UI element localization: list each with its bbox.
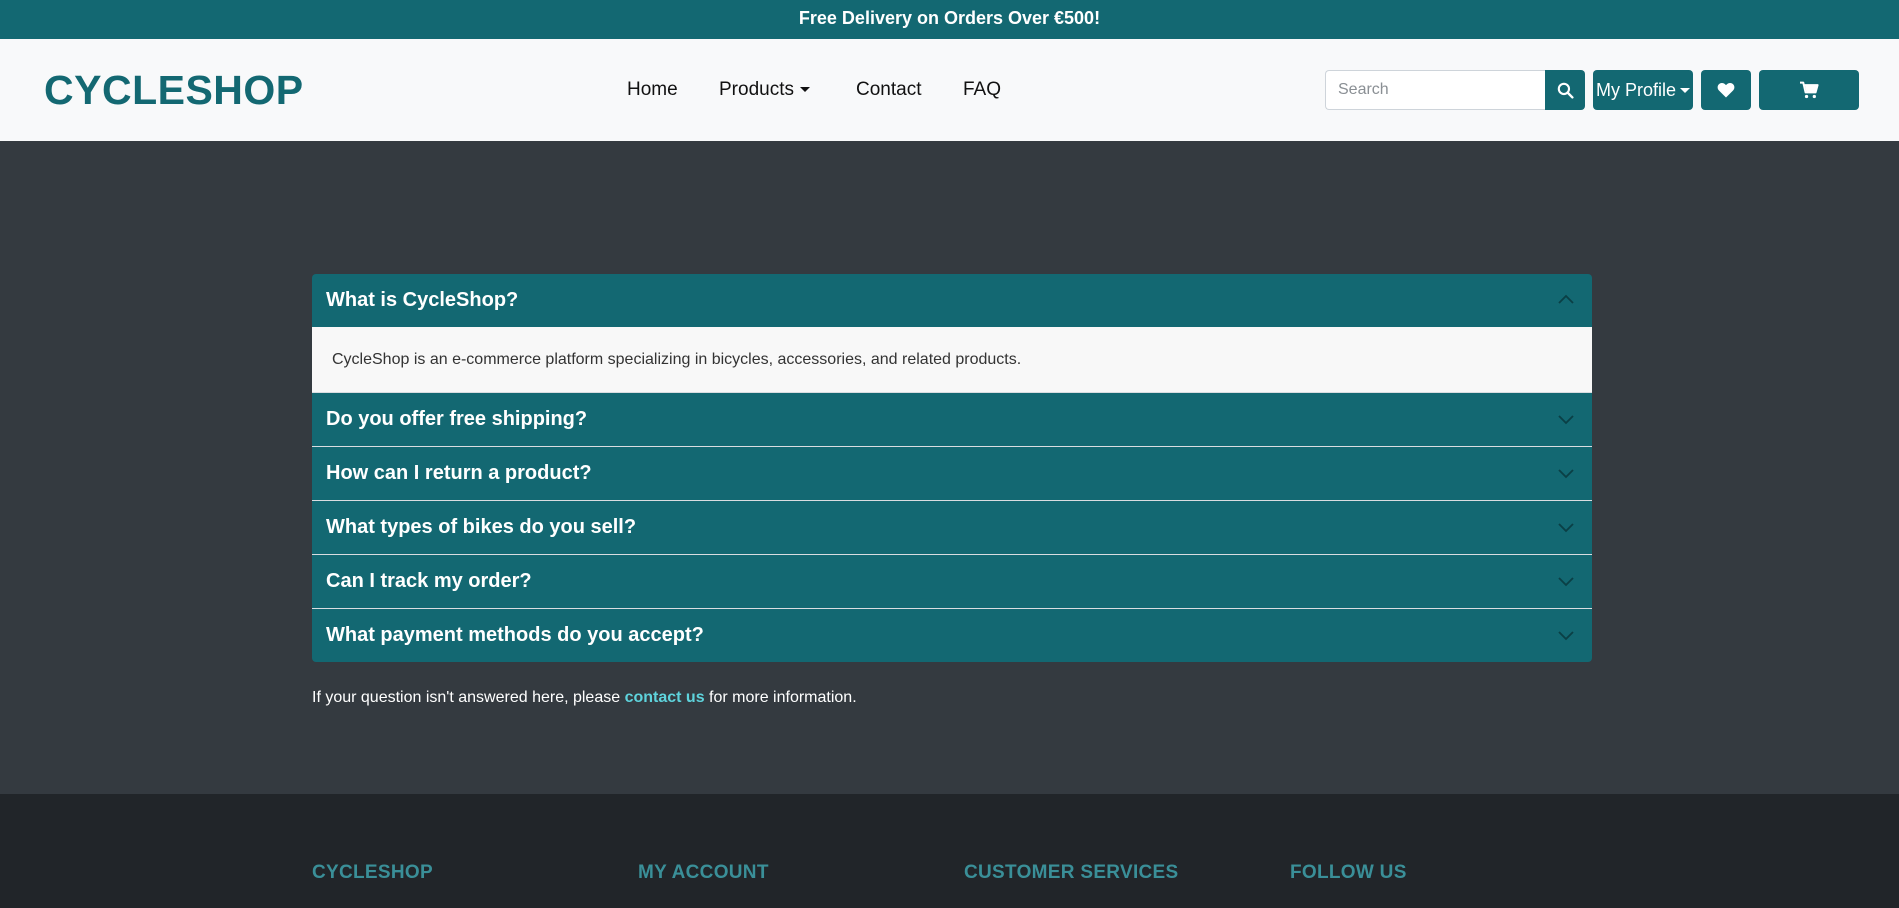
- footer-heading-my-account: MY ACCOUNT: [638, 862, 769, 883]
- faq-item: Do you offer free shipping?: [312, 393, 1592, 447]
- search-input[interactable]: [1325, 70, 1545, 110]
- faq-question: What types of bikes do you sell?: [326, 516, 637, 538]
- faq-question-button[interactable]: Can I track my order?: [312, 555, 1592, 608]
- faq-accordion: What is CycleShop? CycleShop is an e-com…: [312, 274, 1592, 662]
- faq-question-button[interactable]: What types of bikes do you sell?: [312, 501, 1592, 554]
- chevron-down-icon: [1558, 523, 1574, 533]
- cart-button[interactable]: [1759, 70, 1859, 110]
- chevron-up-icon: [1558, 294, 1574, 304]
- faq-question: Do you offer free shipping?: [326, 408, 588, 430]
- chevron-down-icon: [1558, 577, 1574, 587]
- promo-banner: Free Delivery on Orders Over €500!: [0, 0, 1899, 39]
- cart-icon: [1800, 81, 1819, 99]
- faq-question-button[interactable]: What payment methods do you accept?: [312, 609, 1592, 662]
- footer-heading-follow-us: FOLLOW US: [1290, 862, 1407, 883]
- faq-question-button[interactable]: How can I return a product?: [312, 447, 1592, 500]
- caret-down-icon: [1680, 87, 1690, 93]
- faq-item: How can I return a product?: [312, 447, 1592, 501]
- chevron-down-icon: [1558, 469, 1574, 479]
- footer-heading-cycleshop: CYCLESHOP: [312, 862, 433, 883]
- search-icon: [1557, 82, 1574, 99]
- my-profile-label: My Profile: [1595, 79, 1676, 100]
- chevron-down-icon: [1558, 415, 1574, 425]
- search-button[interactable]: [1545, 70, 1585, 110]
- wishlist-button[interactable]: [1701, 70, 1751, 110]
- nav-contact[interactable]: Contact: [856, 79, 921, 101]
- faq-question: What payment methods do you accept?: [326, 624, 704, 646]
- faq-help-note: If your question isn't answered here, pl…: [312, 688, 857, 708]
- faq-question: How can I return a product?: [326, 462, 592, 484]
- faq-question-button[interactable]: Do you offer free shipping?: [312, 393, 1592, 446]
- contact-us-link[interactable]: contact us: [625, 689, 705, 706]
- nav-products-label: Products: [719, 79, 794, 100]
- faq-answer: CycleShop is an e-commerce platform spec…: [312, 327, 1592, 392]
- faq-item: What is CycleShop? CycleShop is an e-com…: [312, 274, 1592, 393]
- navbar: CYCLESHOP Home Products Contact FAQ My P…: [0, 39, 1899, 141]
- brand-logo[interactable]: CYCLESHOP: [44, 67, 304, 113]
- nav-products[interactable]: Products: [719, 79, 810, 101]
- my-profile-button[interactable]: My Profile: [1593, 70, 1693, 110]
- faq-question: What is CycleShop?: [326, 289, 519, 311]
- faq-item: What types of bikes do you sell?: [312, 501, 1592, 555]
- faq-question: Can I track my order?: [326, 570, 532, 592]
- faq-item: Can I track my order?: [312, 555, 1592, 609]
- nav-home[interactable]: Home: [627, 79, 678, 101]
- note-prefix: If your question isn't answered here, pl…: [312, 689, 625, 706]
- heart-icon: [1717, 82, 1735, 98]
- footer-heading-customer-services: CUSTOMER SERVICES: [964, 862, 1179, 883]
- nav-faq[interactable]: FAQ: [963, 79, 1001, 101]
- promo-text: Free Delivery on Orders Over €500!: [798, 8, 1101, 28]
- note-suffix: for more information.: [704, 689, 857, 706]
- faq-item: What payment methods do you accept?: [312, 609, 1592, 662]
- caret-down-icon: [799, 87, 810, 93]
- footer: CYCLESHOP MY ACCOUNT CUSTOMER SERVICES F…: [0, 794, 1899, 908]
- chevron-down-icon: [1558, 631, 1574, 641]
- faq-question-button[interactable]: What is CycleShop?: [312, 274, 1592, 327]
- faq-answer-text: CycleShop is an e-commerce platform spec…: [332, 350, 1022, 368]
